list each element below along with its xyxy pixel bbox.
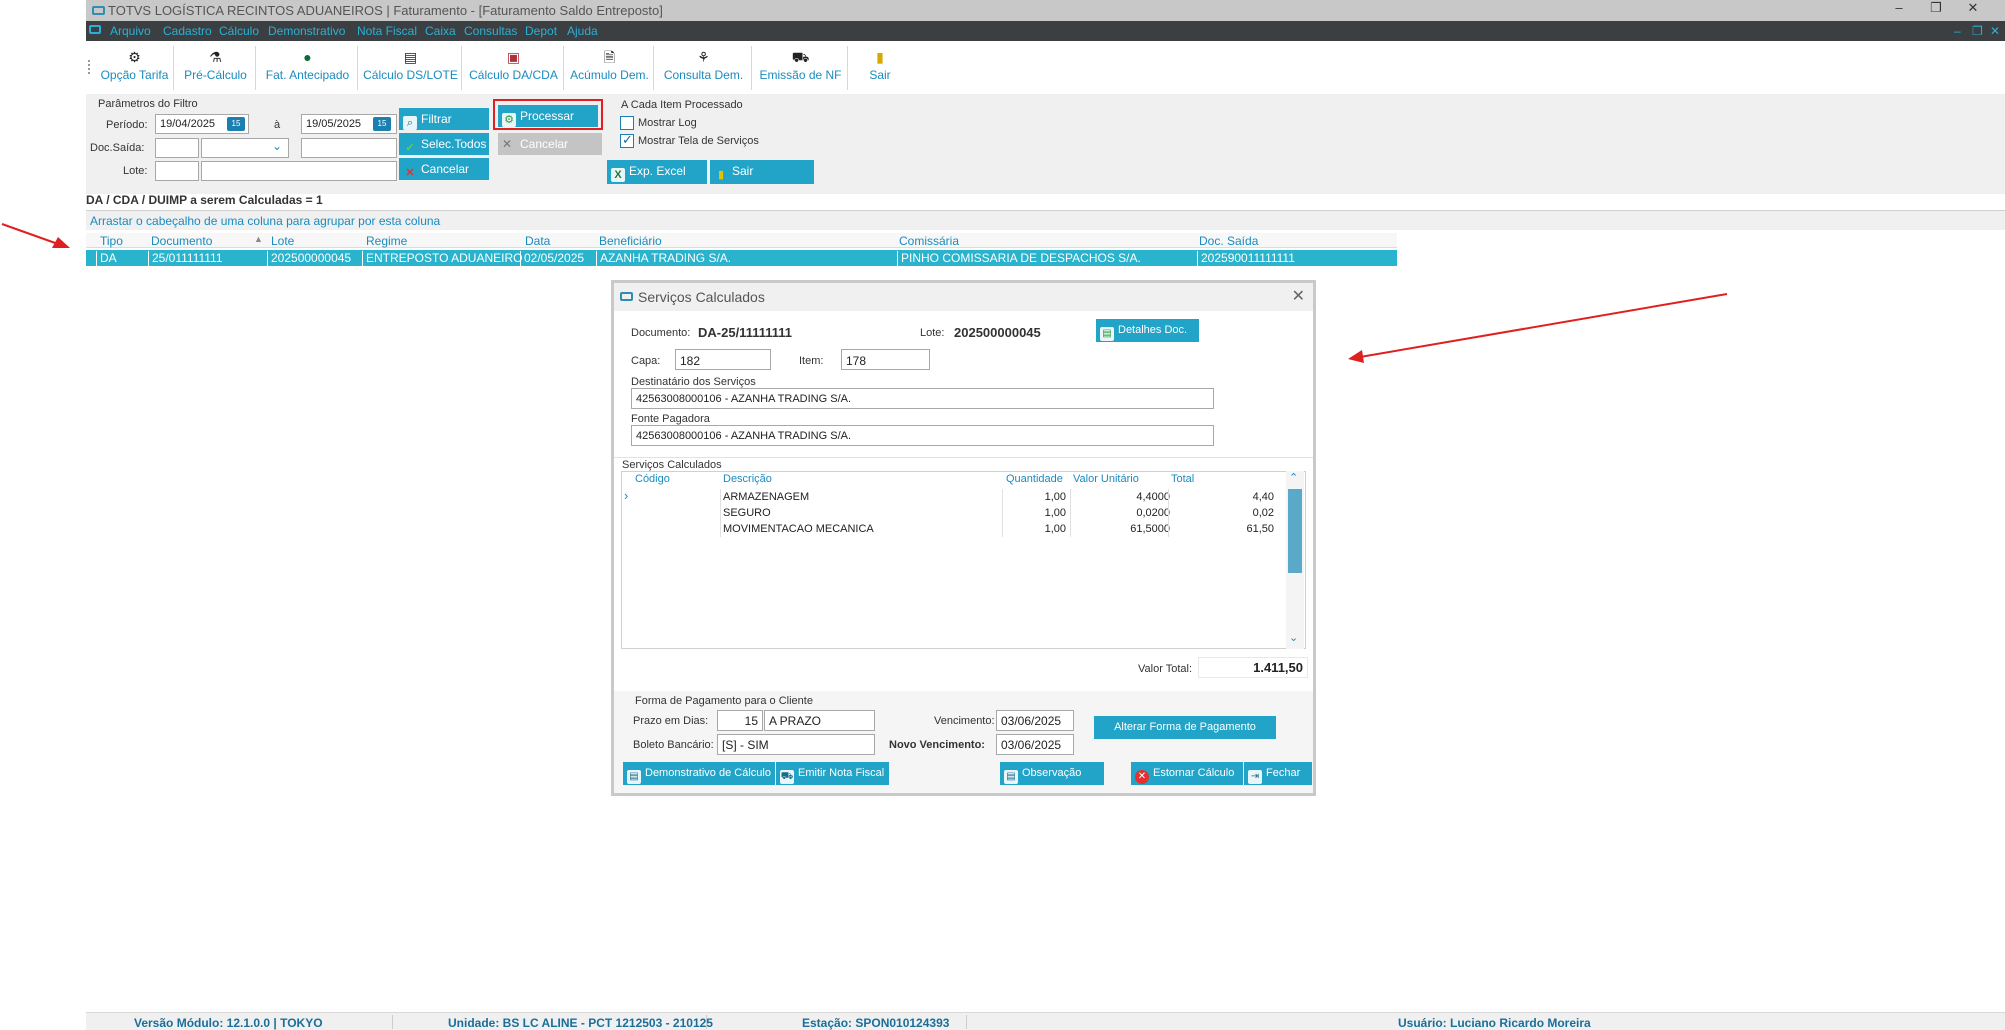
detalhes-doc-label: Detalhes Doc. <box>1118 324 1188 336</box>
svc-qtd: 1,00 <box>1044 507 1066 519</box>
destinatario-input[interactable]: 42563008000106 - AZANHA TRADING S/A. <box>631 388 1214 409</box>
documento-label: Documento: <box>631 327 691 339</box>
dialog-title-bar: Serviços Calculados ✕ <box>614 283 1313 311</box>
status-estacao: Estação: SPON010124393 <box>802 1016 950 1030</box>
status-versao: Versão Módulo: 12.1.0.0 | TOKYO <box>134 1016 323 1030</box>
emitir-nf-label: Emitir Nota Fiscal <box>798 767 885 779</box>
boleto-label: Boleto Bancário: <box>633 739 714 751</box>
servicos-grid: Código Descrição Quantidade Valor Unitár… <box>621 471 1306 649</box>
fonte-input[interactable]: 42563008000106 - AZANHA TRADING S/A. <box>631 425 1214 446</box>
svc-desc: SEGURO <box>723 507 771 519</box>
scroll-down-icon[interactable]: ⌄ <box>1289 631 1298 644</box>
document-details-icon: ▤ <box>1100 327 1114 341</box>
demonstrativo-button[interactable]: ▤ Demonstrativo de Cálculo <box>623 762 775 785</box>
item-input[interactable]: 178 <box>841 349 930 370</box>
column-divider <box>1070 489 1071 537</box>
forma-pag-label: Forma de Pagamento para o Cliente <box>635 695 813 707</box>
column-divider <box>1002 489 1003 537</box>
novo-venc-label: Novo Vencimento: <box>889 739 985 751</box>
dialog-title: Serviços Calculados <box>638 289 765 305</box>
estornar-button[interactable]: ✕ Estornar Cálculo <box>1131 762 1243 785</box>
fechar-label: Fechar <box>1266 767 1301 779</box>
vencimento-label: Vencimento: <box>934 715 995 727</box>
svc-qtd: 1,00 <box>1044 523 1066 535</box>
dialog-app-icon <box>620 292 633 301</box>
svc-col-quantidade[interactable]: Quantidade <box>1006 473 1063 485</box>
status-bar: Versão Módulo: 12.1.0.0 | TOKYO Unidade:… <box>86 1012 2005 1030</box>
right-arrow <box>1348 293 1728 363</box>
destinatario-label: Destinatário dos Serviços <box>631 376 756 388</box>
svc-total: 4,40 <box>1252 491 1274 503</box>
detalhes-doc-button[interactable]: ▤ Detalhes Doc. <box>1096 319 1199 342</box>
valor-total-value: 1.411,50 <box>1198 657 1308 678</box>
alterar-forma-pag-button[interactable]: Alterar Forma de Pagamento <box>1094 716 1276 739</box>
table-row[interactable]: SEGURO 1,00 0,0200 0,02 <box>634 505 1290 521</box>
boleto-input[interactable]: [S] - SIM <box>717 734 875 755</box>
status-usuario: Usuário: Luciano Ricardo Moreira <box>1398 1016 1591 1030</box>
capa-input[interactable]: 182 <box>675 349 771 370</box>
dialog-lote-value: 202500000045 <box>954 325 1041 340</box>
status-separator <box>392 1015 393 1029</box>
prazo-desc-input[interactable]: A PRAZO <box>764 710 875 731</box>
servicos-calculados-dialog: Serviços Calculados ✕ Documento: DA-25/1… <box>611 280 1316 796</box>
status-unidade: Unidade: BS LC ALINE - PCT 1212503 - 210… <box>448 1016 713 1030</box>
observacao-label: Observação <box>1022 767 1082 779</box>
svc-valor: 0,0200 <box>1136 507 1170 519</box>
table-row[interactable]: MOVIMENTACAO MECANICA 1,00 61,5000 61,50 <box>634 521 1290 537</box>
prazo-dias-input[interactable]: 15 <box>717 710 763 731</box>
close-door-icon: ⇥ <box>1248 770 1262 784</box>
column-divider <box>1168 489 1169 537</box>
svc-desc: ARMAZENAGEM <box>723 491 810 503</box>
scroll-up-icon[interactable]: ⌃ <box>1289 471 1298 484</box>
svc-col-descricao[interactable]: Descrição <box>723 473 772 485</box>
table-row[interactable]: ARMAZENAGEM 1,00 4,4000 4,40 <box>634 489 1290 505</box>
divider <box>614 457 1313 458</box>
cancel-circle-icon: ✕ <box>1135 770 1149 784</box>
svc-total: 0,02 <box>1252 507 1274 519</box>
valor-total-label: Valor Total: <box>1138 663 1193 675</box>
servicos-label: Serviços Calculados <box>622 459 722 471</box>
svc-col-valor-unitario[interactable]: Valor Unitário <box>1073 473 1139 485</box>
vencimento-input[interactable]: 03/06/2025 <box>996 710 1074 731</box>
invoice-icon: ⛟ <box>780 770 794 784</box>
status-separator <box>966 1015 967 1029</box>
dialog-lote-label: Lote: <box>920 327 945 339</box>
svc-valor: 4,4000 <box>1136 491 1170 503</box>
status-separator <box>706 1015 707 1029</box>
fonte-label: Fonte Pagadora <box>631 413 710 425</box>
svc-scroll-thumb[interactable] <box>1288 489 1302 573</box>
emitir-nf-button[interactable]: ⛟ Emitir Nota Fiscal <box>776 762 889 785</box>
estornar-label: Estornar Cálculo <box>1153 767 1235 779</box>
novo-venc-input[interactable]: 03/06/2025 <box>996 734 1074 755</box>
svc-col-codigo[interactable]: Código <box>635 473 670 485</box>
item-label: Item: <box>799 355 824 367</box>
svc-desc: MOVIMENTACAO MECANICA <box>723 523 874 535</box>
left-arrow <box>1 223 70 248</box>
prazo-label: Prazo em Dias: <box>633 715 709 727</box>
svc-valor: 61,5000 <box>1130 523 1170 535</box>
capa-label: Capa: <box>631 355 661 367</box>
report-icon: ▤ <box>627 770 641 784</box>
svc-qtd: 1,00 <box>1044 491 1066 503</box>
dialog-close-icon[interactable]: ✕ <box>1292 286 1305 306</box>
observacao-button[interactable]: ▤ Observação <box>1000 762 1104 785</box>
svc-col-total[interactable]: Total <box>1171 473 1194 485</box>
fechar-button[interactable]: ⇥ Fechar <box>1244 762 1312 785</box>
documento-value: DA-25/11111111 <box>698 325 792 340</box>
note-icon: ▤ <box>1004 770 1018 784</box>
row-indicator-icon: › <box>624 488 629 503</box>
demonstrativo-label: Demonstrativo de Cálculo <box>645 767 771 779</box>
column-divider <box>720 489 721 537</box>
svc-total: 61,50 <box>1246 523 1274 535</box>
